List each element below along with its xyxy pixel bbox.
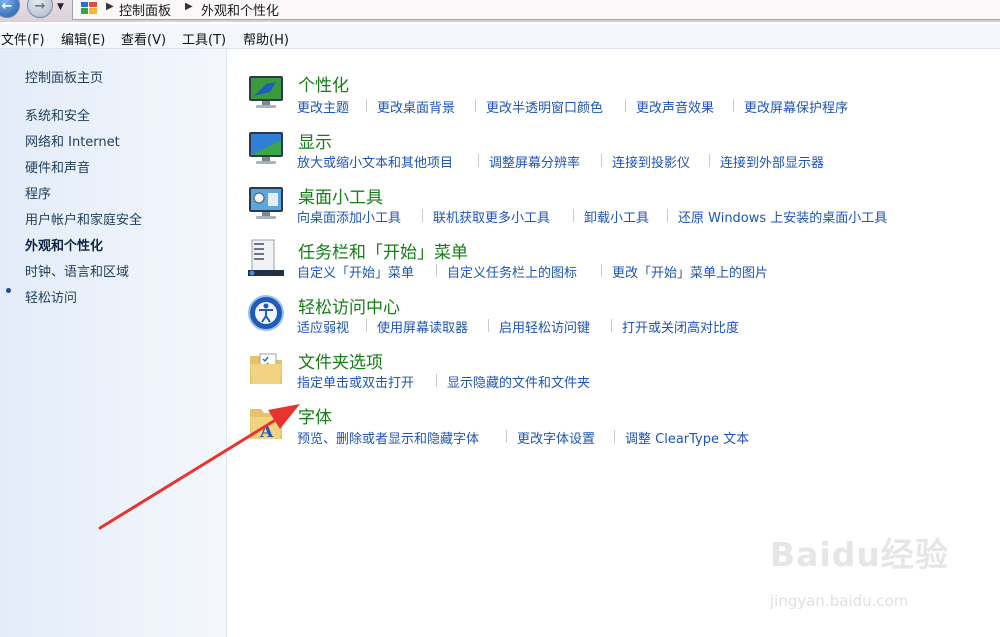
current-page-bullet-icon xyxy=(6,288,11,293)
fonts-folder-icon[interactable]: A xyxy=(246,403,286,443)
task-separator xyxy=(366,99,367,112)
forward-button[interactable]: → xyxy=(27,0,53,18)
watermark-url: jingyan.baidu.com xyxy=(770,592,909,610)
task-connect-external-display[interactable]: 连接到外部显示器 xyxy=(720,152,824,171)
task-enable-access-keys[interactable]: 启用轻松访问键 xyxy=(499,317,590,336)
control-panel-icon xyxy=(81,2,97,14)
task-separator xyxy=(601,154,602,167)
nav-programs[interactable]: 程序 xyxy=(25,183,51,202)
task-adjust-resolution[interactable]: 调整屏幕分辨率 xyxy=(489,152,580,171)
task-separator xyxy=(436,374,437,387)
nav-user-accounts[interactable]: 用户帐户和家庭安全 xyxy=(25,209,142,228)
display-monitor-icon[interactable] xyxy=(246,128,286,168)
breadcrumb-item-control-panel[interactable]: 控制面板 xyxy=(119,0,171,19)
task-change-sound-effects[interactable]: 更改声音效果 xyxy=(636,97,714,116)
task-separator xyxy=(478,154,479,167)
task-change-start-picture[interactable]: 更改「开始」菜单上的图片 xyxy=(612,262,768,281)
nav-hardware-sound[interactable]: 硬件和声音 xyxy=(25,157,90,176)
taskbar-start-menu-icon[interactable] xyxy=(246,238,286,278)
task-connect-projector[interactable]: 连接到投影仪 xyxy=(612,152,690,171)
menu-tools[interactable]: 工具(T) xyxy=(182,29,226,48)
nav-ease-of-access[interactable]: 轻松访问 xyxy=(25,287,77,306)
category-title-taskbar[interactable]: 任务栏和「开始」菜单 xyxy=(298,238,468,263)
menu-file[interactable]: 文件(F) xyxy=(1,29,45,48)
task-separator xyxy=(733,99,734,112)
left-navigation-pane: 控制面板主页 系统和安全 网络和 Internet 硬件和声音 程序 用户帐户和… xyxy=(0,49,227,637)
task-change-font-settings[interactable]: 更改字体设置 xyxy=(517,428,595,447)
breadcrumb-separator-icon[interactable]: ▶ xyxy=(185,1,193,12)
breadcrumb-item-appearance[interactable]: 外观和个性化 xyxy=(201,0,279,19)
task-separator xyxy=(422,209,423,222)
task-get-more-gadgets[interactable]: 联机获取更多小工具 xyxy=(433,207,550,226)
task-show-hidden-files[interactable]: 显示隐藏的文件和文件夹 xyxy=(447,372,590,391)
task-separator xyxy=(573,209,574,222)
task-separator xyxy=(488,319,489,332)
watermark-logo: Baidu经验 xyxy=(770,535,949,574)
nav-clock-language-region[interactable]: 时钟、语言和区域 xyxy=(25,261,129,280)
back-button[interactable]: ← xyxy=(0,0,20,18)
desktop-gadgets-icon[interactable] xyxy=(246,183,286,223)
task-high-contrast[interactable]: 打开或关闭高对比度 xyxy=(622,317,739,336)
task-zoom-text[interactable]: 放大或缩小文本和其他项目 xyxy=(297,152,453,171)
ease-of-access-icon[interactable] xyxy=(246,293,286,333)
task-preview-delete-fonts[interactable]: 预览、删除或者显示和隐藏字体 xyxy=(297,428,479,447)
task-separator xyxy=(709,154,710,167)
menu-help[interactable]: 帮助(H) xyxy=(243,29,289,48)
task-uninstall-gadget[interactable]: 卸载小工具 xyxy=(584,207,649,226)
category-title-ease-of-access[interactable]: 轻松访问中心 xyxy=(298,293,400,318)
task-separator xyxy=(667,209,668,222)
task-customize-taskbar-icons[interactable]: 自定义任务栏上的图标 xyxy=(447,262,577,281)
address-bar: ← → ▼ ▶ 控制面板 ▶ 外观和个性化 xyxy=(0,0,1000,22)
task-separator xyxy=(475,99,476,112)
menu-bar: 文件(F) 编辑(E) 查看(V) 工具(T) 帮助(H) xyxy=(0,24,1000,49)
task-separator xyxy=(611,319,612,332)
task-adjust-cleartype[interactable]: 调整 ClearType 文本 xyxy=(625,428,749,447)
nav-network-internet[interactable]: 网络和 Internet xyxy=(25,131,120,150)
baidu-jingyan-watermark: Baidu经验 jingyan.baidu.com xyxy=(770,528,970,618)
nav-control-panel-home[interactable]: 控制面板主页 xyxy=(25,67,103,86)
forward-arrow-icon: → xyxy=(34,0,46,14)
task-customize-start-menu[interactable]: 自定义「开始」菜单 xyxy=(297,262,414,281)
menu-view[interactable]: 查看(V) xyxy=(121,29,166,48)
task-change-window-color[interactable]: 更改半透明窗口颜色 xyxy=(486,97,603,116)
category-title-personalization[interactable]: 个性化 xyxy=(298,71,349,96)
breadcrumb[interactable]: ▶ 控制面板 ▶ 外观和个性化 xyxy=(72,0,1000,20)
task-change-desktop-background[interactable]: 更改桌面背景 xyxy=(377,97,455,116)
menu-edit[interactable]: 编辑(E) xyxy=(61,29,105,48)
personalization-monitor-icon[interactable] xyxy=(246,72,286,112)
task-change-theme[interactable]: 更改主题 xyxy=(297,97,349,116)
task-restore-gadgets[interactable]: 还原 Windows 上安装的桌面小工具 xyxy=(678,207,887,226)
task-low-vision[interactable]: 适应弱视 xyxy=(297,317,349,336)
task-separator xyxy=(601,264,602,277)
task-separator xyxy=(506,430,507,443)
nav-appearance-current: 外观和个性化 xyxy=(25,239,104,254)
svg-text:A: A xyxy=(259,422,274,442)
category-title-fonts[interactable]: 字体 xyxy=(298,403,332,428)
category-title-folder-options[interactable]: 文件夹选项 xyxy=(298,348,383,373)
nav-system-security[interactable]: 系统和安全 xyxy=(25,105,90,124)
category-title-display[interactable]: 显示 xyxy=(298,128,332,153)
breadcrumb-separator-icon[interactable]: ▶ xyxy=(106,1,114,12)
task-separator xyxy=(625,99,626,112)
folder-options-icon[interactable] xyxy=(246,348,286,388)
task-change-screensaver[interactable]: 更改屏幕保护程序 xyxy=(744,97,848,116)
category-title-gadgets[interactable]: 桌面小工具 xyxy=(298,183,383,208)
task-single-double-click[interactable]: 指定单击或双击打开 xyxy=(297,372,414,391)
task-separator xyxy=(614,430,615,443)
task-separator xyxy=(436,264,437,277)
task-add-gadgets[interactable]: 向桌面添加小工具 xyxy=(297,207,401,226)
back-arrow-icon: ← xyxy=(1,0,13,14)
recent-pages-dropdown-icon[interactable]: ▼ xyxy=(57,2,64,12)
task-separator xyxy=(366,319,367,332)
task-screen-reader[interactable]: 使用屏幕读取器 xyxy=(377,317,468,336)
